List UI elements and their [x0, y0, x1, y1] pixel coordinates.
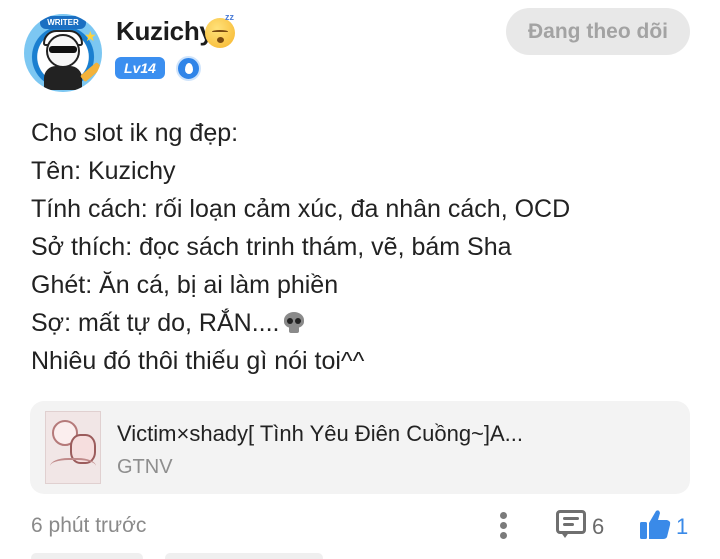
post-line: Cho slot ik ng đẹp:	[31, 119, 239, 147]
avatar-glasses	[49, 46, 77, 53]
username[interactable]: Kuzichy	[116, 16, 214, 47]
avatar[interactable]: WRITER ★	[24, 14, 102, 92]
avatar-body	[44, 66, 82, 90]
comment-count[interactable]: 6	[592, 514, 604, 540]
skull-icon	[283, 312, 305, 334]
post-content: Cho slot ik ng đẹp: Tên: Kuzichy Tính cá…	[31, 114, 691, 380]
story-thumbnail	[45, 411, 101, 484]
avatar-writer-badge: WRITER	[40, 16, 86, 29]
rank-drop-icon[interactable]	[176, 56, 201, 81]
post-line: Sở thích: đọc sách trinh thám, vẽ, bám S…	[31, 233, 512, 261]
post-line: Tính cách: rối loạn cảm xúc, đa nhân các…	[31, 195, 571, 223]
linked-story-subtitle: GTNV	[117, 456, 173, 478]
sleeping-face-icon: zz	[205, 12, 235, 48]
like-count[interactable]: 1	[676, 514, 688, 540]
following-button[interactable]: Đang theo dõi	[506, 8, 690, 55]
timestamp: 6 phút trước	[31, 514, 147, 537]
comment-icon[interactable]	[555, 510, 587, 540]
post-line-with-emoji: Sợ: mất tự do, RẮN....	[31, 304, 691, 342]
thumbs-up-icon[interactable]	[638, 508, 672, 542]
post-footer: 6 phút trước 6 1	[0, 505, 720, 549]
linked-story-card[interactable]: Victim×shady[ Tình Yêu Điên Cuồng~]A... …	[30, 401, 690, 494]
more-options-icon[interactable]	[496, 511, 510, 541]
level-badge: Lv14	[115, 57, 165, 79]
star-icon: ★	[84, 28, 97, 44]
linked-story-title: Victim×shady[ Tình Yêu Điên Cuồng~]A...	[117, 421, 524, 446]
post-line-text: Sợ: mất tự do, RẮN....	[31, 309, 280, 337]
post-line: Ghét: Ăn cá, bị ai làm phiền	[31, 271, 339, 299]
post-header: WRITER ★ Kuzichy zz Lv14 Đang theo dõi	[0, 0, 720, 100]
post-line: Nhiêu đó thôi thiếu gì nói toi^^	[31, 347, 365, 375]
next-item-stub	[31, 553, 143, 559]
post-line: Tên: Kuzichy	[31, 157, 176, 185]
pencil-icon	[80, 61, 102, 83]
next-item-stub	[165, 553, 323, 559]
